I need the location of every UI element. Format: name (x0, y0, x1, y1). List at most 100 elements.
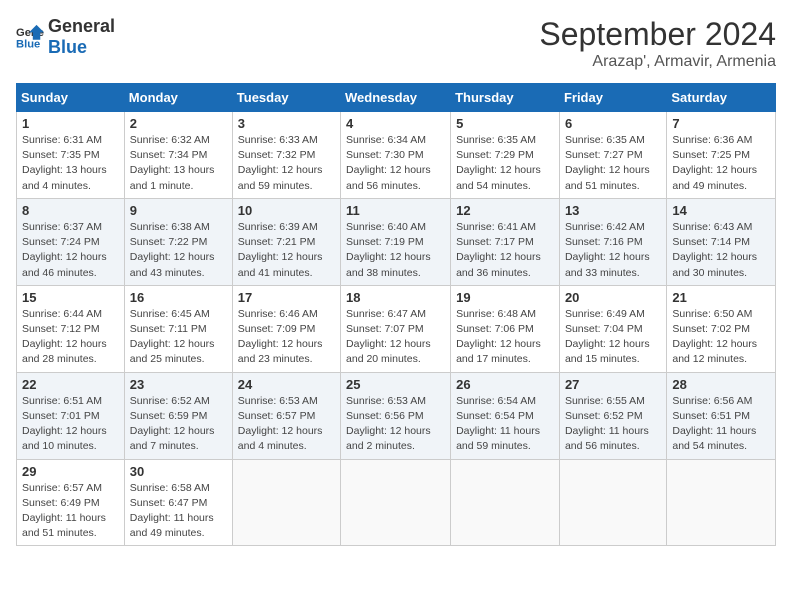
sunrise-text: Sunrise: 6:49 AM (565, 308, 645, 320)
table-row: 23 Sunrise: 6:52 AM Sunset: 6:59 PM Dayl… (124, 372, 232, 459)
table-row (451, 459, 560, 546)
day-detail: Sunrise: 6:55 AM Sunset: 6:52 PM Dayligh… (565, 394, 661, 455)
calendar-week-row: 1 Sunrise: 6:31 AM Sunset: 7:35 PM Dayli… (17, 112, 776, 199)
sunset-text: Sunset: 7:27 PM (565, 149, 643, 161)
table-row: 3 Sunrise: 6:33 AM Sunset: 7:32 PM Dayli… (232, 112, 340, 199)
table-row: 10 Sunrise: 6:39 AM Sunset: 7:21 PM Dayl… (232, 198, 340, 285)
logo-icon: General Blue (16, 23, 44, 51)
daylight-text: Daylight: 12 hours and 17 minutes. (456, 338, 541, 365)
day-detail: Sunrise: 6:41 AM Sunset: 7:17 PM Dayligh… (456, 220, 554, 281)
col-wednesday: Wednesday (341, 84, 451, 112)
svg-text:Blue: Blue (16, 38, 40, 50)
day-detail: Sunrise: 6:31 AM Sunset: 7:35 PM Dayligh… (22, 133, 119, 194)
logo-blue: Blue (48, 37, 87, 57)
table-row: 6 Sunrise: 6:35 AM Sunset: 7:27 PM Dayli… (559, 112, 666, 199)
day-detail: Sunrise: 6:57 AM Sunset: 6:49 PM Dayligh… (22, 481, 119, 542)
table-row: 30 Sunrise: 6:58 AM Sunset: 6:47 PM Dayl… (124, 459, 232, 546)
table-row (667, 459, 776, 546)
day-number: 24 (238, 377, 335, 392)
table-row (341, 459, 451, 546)
table-row: 19 Sunrise: 6:48 AM Sunset: 7:06 PM Dayl… (451, 285, 560, 372)
daylight-text: Daylight: 12 hours and 10 minutes. (22, 425, 107, 452)
logo-text: General Blue (48, 16, 115, 58)
daylight-text: Daylight: 12 hours and 28 minutes. (22, 338, 107, 365)
sunset-text: Sunset: 7:07 PM (346, 323, 424, 335)
sunset-text: Sunset: 7:35 PM (22, 149, 100, 161)
day-detail: Sunrise: 6:32 AM Sunset: 7:34 PM Dayligh… (130, 133, 227, 194)
sunset-text: Sunset: 7:25 PM (672, 149, 750, 161)
sunrise-text: Sunrise: 6:42 AM (565, 221, 645, 233)
table-row: 1 Sunrise: 6:31 AM Sunset: 7:35 PM Dayli… (17, 112, 125, 199)
sunrise-text: Sunrise: 6:31 AM (22, 134, 102, 146)
daylight-text: Daylight: 11 hours and 59 minutes. (456, 425, 540, 452)
sunrise-text: Sunrise: 6:35 AM (565, 134, 645, 146)
day-detail: Sunrise: 6:33 AM Sunset: 7:32 PM Dayligh… (238, 133, 335, 194)
daylight-text: Daylight: 12 hours and 38 minutes. (346, 251, 431, 278)
table-row: 7 Sunrise: 6:36 AM Sunset: 7:25 PM Dayli… (667, 112, 776, 199)
day-number: 6 (565, 116, 661, 131)
day-number: 14 (672, 203, 770, 218)
day-detail: Sunrise: 6:50 AM Sunset: 7:02 PM Dayligh… (672, 307, 770, 368)
sunrise-text: Sunrise: 6:54 AM (456, 395, 536, 407)
sunrise-text: Sunrise: 6:33 AM (238, 134, 318, 146)
day-number: 27 (565, 377, 661, 392)
day-number: 26 (456, 377, 554, 392)
col-thursday: Thursday (451, 84, 560, 112)
sunrise-text: Sunrise: 6:51 AM (22, 395, 102, 407)
sunset-text: Sunset: 6:57 PM (238, 410, 316, 422)
daylight-text: Daylight: 12 hours and 43 minutes. (130, 251, 215, 278)
day-number: 2 (130, 116, 227, 131)
day-number: 1 (22, 116, 119, 131)
day-detail: Sunrise: 6:43 AM Sunset: 7:14 PM Dayligh… (672, 220, 770, 281)
day-detail: Sunrise: 6:56 AM Sunset: 6:51 PM Dayligh… (672, 394, 770, 455)
daylight-text: Daylight: 12 hours and 59 minutes. (238, 164, 323, 191)
day-detail: Sunrise: 6:51 AM Sunset: 7:01 PM Dayligh… (22, 394, 119, 455)
table-row: 27 Sunrise: 6:55 AM Sunset: 6:52 PM Dayl… (559, 372, 666, 459)
day-detail: Sunrise: 6:53 AM Sunset: 6:56 PM Dayligh… (346, 394, 445, 455)
page-header: General Blue General Blue September 2024… (16, 16, 776, 71)
day-detail: Sunrise: 6:35 AM Sunset: 7:27 PM Dayligh… (565, 133, 661, 194)
sunset-text: Sunset: 6:52 PM (565, 410, 643, 422)
day-number: 4 (346, 116, 445, 131)
table-row: 13 Sunrise: 6:42 AM Sunset: 7:16 PM Dayl… (559, 198, 666, 285)
table-row: 2 Sunrise: 6:32 AM Sunset: 7:34 PM Dayli… (124, 112, 232, 199)
day-detail: Sunrise: 6:45 AM Sunset: 7:11 PM Dayligh… (130, 307, 227, 368)
day-detail: Sunrise: 6:44 AM Sunset: 7:12 PM Dayligh… (22, 307, 119, 368)
sunset-text: Sunset: 7:22 PM (130, 236, 208, 248)
daylight-text: Daylight: 12 hours and 54 minutes. (456, 164, 541, 191)
table-row: 14 Sunrise: 6:43 AM Sunset: 7:14 PM Dayl… (667, 198, 776, 285)
day-detail: Sunrise: 6:34 AM Sunset: 7:30 PM Dayligh… (346, 133, 445, 194)
day-number: 15 (22, 290, 119, 305)
day-detail: Sunrise: 6:58 AM Sunset: 6:47 PM Dayligh… (130, 481, 227, 542)
day-number: 11 (346, 203, 445, 218)
sunrise-text: Sunrise: 6:32 AM (130, 134, 210, 146)
day-detail: Sunrise: 6:38 AM Sunset: 7:22 PM Dayligh… (130, 220, 227, 281)
daylight-text: Daylight: 12 hours and 15 minutes. (565, 338, 650, 365)
daylight-text: Daylight: 12 hours and 46 minutes. (22, 251, 107, 278)
day-number: 8 (22, 203, 119, 218)
daylight-text: Daylight: 12 hours and 56 minutes. (346, 164, 431, 191)
location-subtitle: Arazap', Armavir, Armenia (539, 53, 776, 71)
day-number: 3 (238, 116, 335, 131)
logo: General Blue General Blue (16, 16, 115, 58)
day-number: 29 (22, 464, 119, 479)
day-number: 5 (456, 116, 554, 131)
day-detail: Sunrise: 6:42 AM Sunset: 7:16 PM Dayligh… (565, 220, 661, 281)
sunrise-text: Sunrise: 6:34 AM (346, 134, 426, 146)
daylight-text: Daylight: 11 hours and 54 minutes. (672, 425, 756, 452)
day-number: 30 (130, 464, 227, 479)
day-detail: Sunrise: 6:54 AM Sunset: 6:54 PM Dayligh… (456, 394, 554, 455)
sunset-text: Sunset: 6:51 PM (672, 410, 750, 422)
sunrise-text: Sunrise: 6:38 AM (130, 221, 210, 233)
sunrise-text: Sunrise: 6:37 AM (22, 221, 102, 233)
sunset-text: Sunset: 6:49 PM (22, 497, 100, 509)
daylight-text: Daylight: 11 hours and 51 minutes. (22, 512, 106, 539)
day-detail: Sunrise: 6:46 AM Sunset: 7:09 PM Dayligh… (238, 307, 335, 368)
daylight-text: Daylight: 13 hours and 4 minutes. (22, 164, 107, 191)
col-saturday: Saturday (667, 84, 776, 112)
sunset-text: Sunset: 7:21 PM (238, 236, 316, 248)
sunrise-text: Sunrise: 6:35 AM (456, 134, 536, 146)
table-row: 12 Sunrise: 6:41 AM Sunset: 7:17 PM Dayl… (451, 198, 560, 285)
table-row: 20 Sunrise: 6:49 AM Sunset: 7:04 PM Dayl… (559, 285, 666, 372)
daylight-text: Daylight: 12 hours and 7 minutes. (130, 425, 215, 452)
